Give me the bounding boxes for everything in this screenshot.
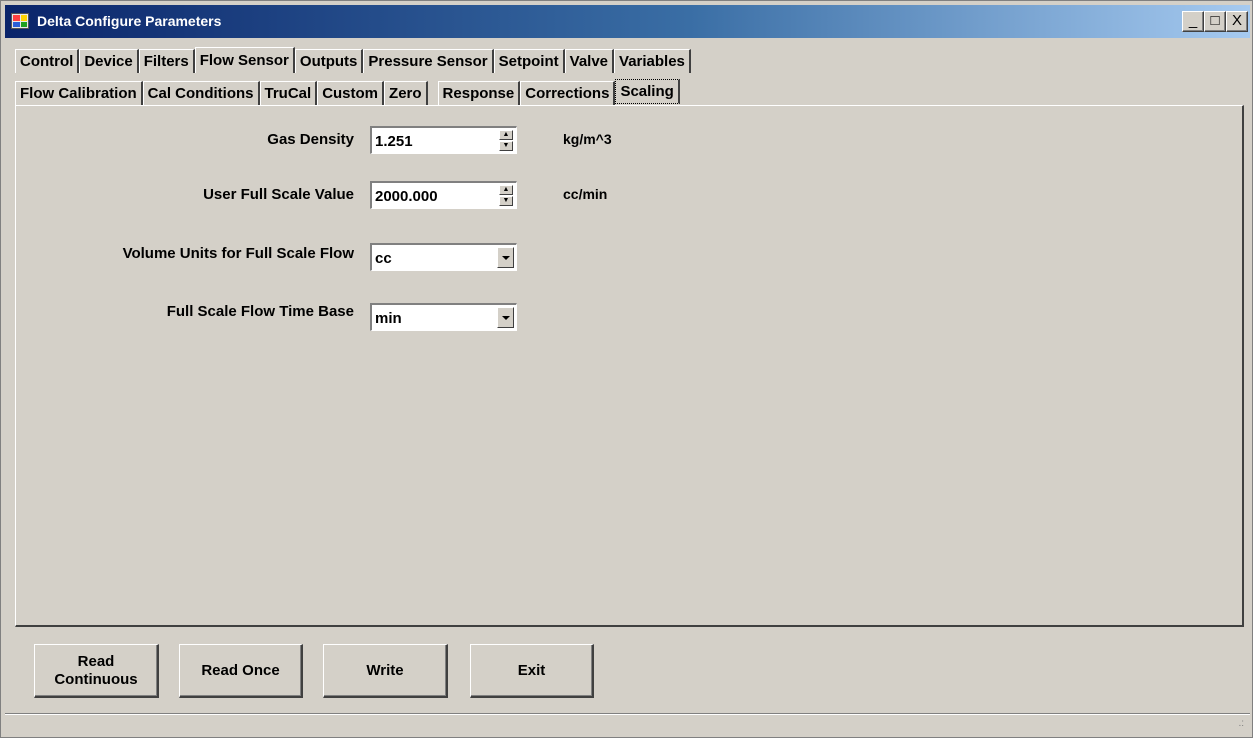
minimize-button[interactable]: _ <box>1182 11 1204 32</box>
close-button[interactable]: X <box>1226 11 1248 32</box>
chevron-down-icon[interactable] <box>497 307 514 328</box>
read-once-button[interactable]: Read Once <box>179 644 303 698</box>
user-full-scale-input[interactable]: 2000.000 ▲ ▼ <box>370 181 517 209</box>
tab-scaling[interactable]: Scaling <box>615 79 680 104</box>
status-bar: .: <box>5 713 1250 735</box>
tab-device[interactable]: Device <box>79 49 139 73</box>
spin-down-icon[interactable]: ▼ <box>499 141 513 151</box>
gas-density-input[interactable]: 1.251 ▲ ▼ <box>370 126 517 154</box>
gas-density-label: Gas Density <box>267 131 354 148</box>
chevron-down-icon[interactable] <box>497 247 514 268</box>
time-base-select[interactable]: min <box>370 303 517 331</box>
spin-up-icon[interactable]: ▲ <box>499 185 513 195</box>
tab-control[interactable]: Control <box>15 49 80 73</box>
tab-filters[interactable]: Filters <box>138 49 195 73</box>
write-button[interactable]: Write <box>323 644 448 698</box>
sub-tab-strip: Flow Calibration Cal Conditions TruCal C… <box>15 79 680 105</box>
tab-outputs[interactable]: Outputs <box>294 49 364 73</box>
time-base-value: min <box>375 310 402 327</box>
tab-cal-conditions[interactable]: Cal Conditions <box>142 81 260 105</box>
tab-response[interactable]: Response <box>437 81 521 105</box>
tab-zero[interactable]: Zero <box>384 81 428 105</box>
volume-units-select[interactable]: cc <box>370 243 517 271</box>
app-icon <box>11 13 29 29</box>
user-full-scale-value: 2000.000 <box>375 188 438 205</box>
tab-trucal[interactable]: TruCal <box>259 81 318 105</box>
user-full-scale-unit: cc/min <box>563 186 608 202</box>
tab-variables[interactable]: Variables <box>614 49 691 73</box>
tab-setpoint[interactable]: Setpoint <box>493 49 565 73</box>
gas-density-spinner[interactable]: ▲ ▼ <box>499 130 513 151</box>
exit-button[interactable]: Exit <box>470 644 594 698</box>
gas-density-value: 1.251 <box>375 133 413 150</box>
tab-custom[interactable]: Custom <box>317 81 385 105</box>
window-title: Delta Configure Parameters <box>37 13 222 29</box>
user-full-scale-spinner[interactable]: ▲ ▼ <box>499 185 513 206</box>
main-tab-strip: Control Device Filters Flow Sensor Outpu… <box>15 47 691 73</box>
tab-pressure-sensor[interactable]: Pressure Sensor <box>363 49 494 73</box>
read-continuous-label-line2: Continuous <box>54 670 138 688</box>
time-base-label: Full Scale Flow Time Base <box>166 303 354 320</box>
user-full-scale-label: User Full Scale Value <box>203 186 354 203</box>
tab-valve[interactable]: Valve <box>564 49 615 73</box>
gas-density-unit: kg/m^3 <box>563 131 612 147</box>
read-continuous-label-line1: Read <box>77 652 115 670</box>
volume-units-label: Volume Units for Full Scale Flow <box>122 245 354 262</box>
tab-flow-sensor[interactable]: Flow Sensor <box>194 47 295 73</box>
tab-corrections[interactable]: Corrections <box>520 81 616 105</box>
main-window: Delta Configure Parameters _ □ X Control… <box>0 0 1253 738</box>
spin-down-icon[interactable]: ▼ <box>499 196 513 206</box>
tab-flow-calibration[interactable]: Flow Calibration <box>15 81 143 105</box>
volume-units-value: cc <box>375 250 392 267</box>
title-bar[interactable]: Delta Configure Parameters _ □ X <box>5 5 1250 38</box>
scaling-panel <box>15 105 1244 627</box>
resize-grip-icon[interactable]: .: <box>1232 719 1244 731</box>
maximize-button[interactable]: □ <box>1204 11 1226 32</box>
spin-up-icon[interactable]: ▲ <box>499 130 513 140</box>
read-continuous-button[interactable]: Read Continuous <box>34 644 159 698</box>
